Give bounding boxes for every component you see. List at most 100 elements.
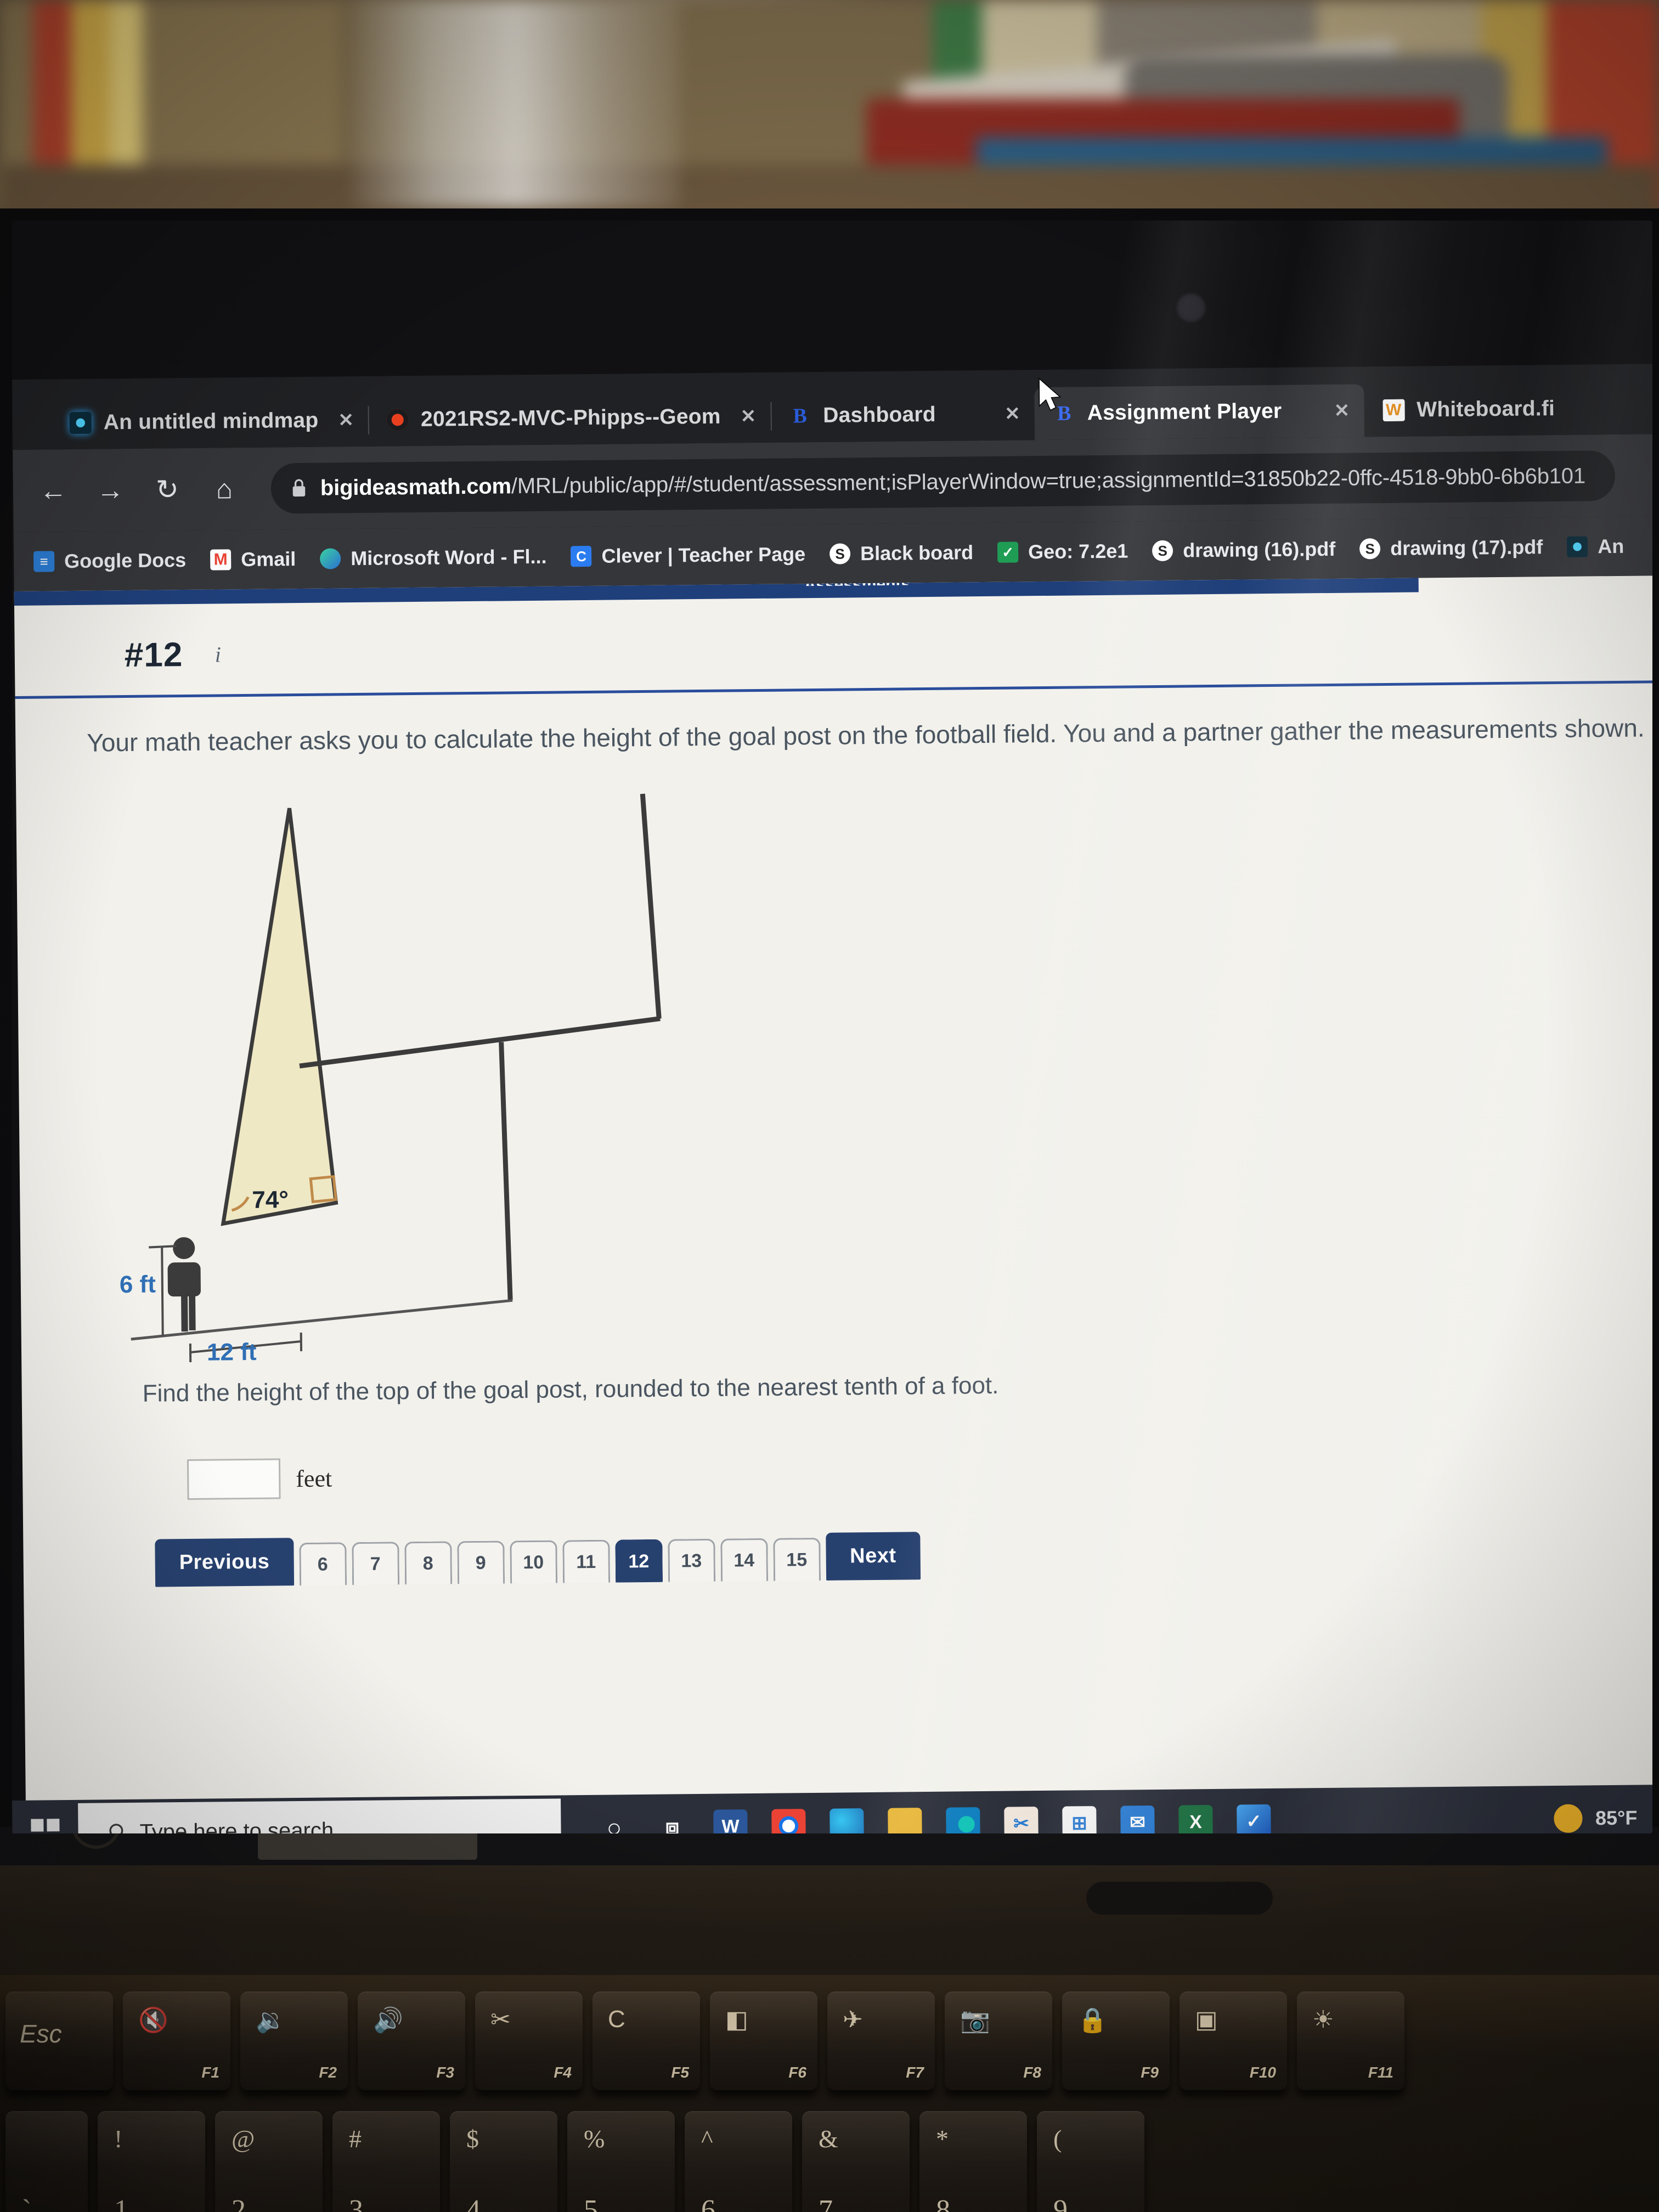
key-f10[interactable]: ▣ F10 bbox=[1180, 1991, 1287, 2090]
goal-post-pole bbox=[499, 1042, 513, 1300]
key-alt-label: * bbox=[936, 2125, 949, 2153]
tab-assignment-player[interactable]: B Assignment Player ✕ bbox=[1034, 384, 1364, 441]
info-icon[interactable]: i bbox=[206, 642, 230, 667]
forward-button[interactable]: → bbox=[92, 472, 129, 509]
page-button-15[interactable]: 15 bbox=[772, 1537, 821, 1581]
tab-title: 2021RS2-MVC-Phipps--Geom bbox=[420, 404, 721, 431]
previous-button[interactable]: Previous bbox=[155, 1538, 294, 1587]
bookmark-clever-teacher-page[interactable]: C Clever | Teacher Page bbox=[571, 543, 805, 568]
taskbar-weather[interactable]: 85°F bbox=[1553, 1803, 1652, 1833]
cortana-icon[interactable]: ○ bbox=[597, 1810, 631, 1833]
page-button-6[interactable]: 6 bbox=[298, 1542, 347, 1586]
triangle-shape bbox=[221, 808, 338, 1226]
key-f11[interactable]: ☀ F11 bbox=[1297, 1991, 1404, 2090]
key-1[interactable]: ! 1 bbox=[98, 2111, 205, 2212]
browser-toolbar: ← → ↻ ⌂ bigideasmath.com/MRL/public/app/… bbox=[13, 434, 1652, 532]
key-f8[interactable]: 📷 F8 bbox=[945, 1991, 1052, 2090]
question-prompt: Your math teacher asks you to calculate … bbox=[87, 713, 1645, 757]
page-button-13[interactable]: 13 bbox=[667, 1538, 715, 1582]
tab-an-untitled-mindmap[interactable]: An untitled mindmap ✕ bbox=[50, 394, 368, 450]
key-alt-label: ! bbox=[114, 2125, 123, 2153]
key-f6[interactable]: ◧ F6 bbox=[710, 1991, 817, 2090]
page-button-12[interactable]: 12 bbox=[614, 1539, 663, 1583]
app-icon[interactable] bbox=[830, 1808, 864, 1833]
tab-title: Assignment Player bbox=[1087, 399, 1282, 425]
person-figure-icon bbox=[167, 1237, 201, 1332]
screen-layout-icon: ▣ bbox=[1195, 2006, 1218, 2033]
chrome-icon[interactable] bbox=[771, 1809, 806, 1833]
key-f7[interactable]: ✈ F7 bbox=[827, 1991, 935, 2090]
bookmark-drawing-16-pdf[interactable]: S drawing (16).pdf bbox=[1152, 538, 1335, 562]
lock-icon: 🔒 bbox=[1077, 2007, 1108, 2034]
tab-divider bbox=[368, 405, 370, 435]
key-3[interactable]: # 3 bbox=[332, 2111, 440, 2212]
key-f4[interactable]: ✂ F4 bbox=[475, 1991, 583, 2090]
bookmark-black-board[interactable]: S Black board bbox=[829, 541, 973, 566]
key-7[interactable]: & 7 bbox=[802, 2111, 910, 2212]
reload-button[interactable]: ↻ bbox=[149, 471, 186, 508]
key-f1[interactable]: 🔇 F1 bbox=[123, 1991, 230, 2090]
key-label: Esc bbox=[20, 2019, 62, 2048]
close-icon[interactable]: ✕ bbox=[740, 405, 756, 427]
scissors-icon: ✂ bbox=[490, 2006, 511, 2033]
bookmark-geo-7-2e1[interactable]: ✓ Geo: 7.2e1 bbox=[997, 539, 1128, 563]
teams-icon[interactable]: ✓ bbox=[1237, 1804, 1271, 1833]
key-esc[interactable]: Esc bbox=[5, 1991, 113, 2090]
key-4[interactable]: $ 4 bbox=[450, 2111, 557, 2212]
bookmark-an-untitled-mindmap[interactable]: An bbox=[1567, 535, 1624, 558]
tab-title: An untitled mindmap bbox=[103, 408, 319, 435]
gmail-icon: M bbox=[210, 549, 232, 571]
page-button-7[interactable]: 7 bbox=[351, 1542, 399, 1585]
close-icon[interactable]: ✕ bbox=[1005, 403, 1020, 425]
key-9[interactable]: ( 9 bbox=[1037, 2111, 1144, 2212]
back-button[interactable]: ← bbox=[35, 472, 72, 509]
task-view-icon[interactable]: ⧈ bbox=[655, 1810, 690, 1833]
taskbar-search[interactable]: Type here to search bbox=[78, 1798, 562, 1833]
key-label: 9 bbox=[1053, 2194, 1068, 2212]
page-button-8[interactable]: 8 bbox=[404, 1541, 452, 1585]
mail-icon[interactable]: ✉ bbox=[1120, 1805, 1155, 1833]
bookmark-microsoft-word[interactable]: Microsoft Word - Fl... bbox=[320, 545, 547, 571]
key-f3[interactable]: 🔊 F3 bbox=[358, 1991, 465, 2090]
key-8[interactable]: * 8 bbox=[919, 2111, 1027, 2212]
goal-post-crossbar bbox=[299, 1016, 661, 1069]
bookmark-google-docs[interactable]: ≡ Google Docs bbox=[33, 549, 186, 573]
edge-icon[interactable] bbox=[946, 1807, 980, 1833]
key-fn-label: F8 bbox=[1023, 2064, 1041, 2081]
key-5[interactable]: % 5 bbox=[567, 2111, 675, 2212]
page-button-11[interactable]: 11 bbox=[562, 1539, 610, 1583]
snip-tool-icon[interactable]: ✂ bbox=[1004, 1807, 1039, 1833]
page-button-10[interactable]: 10 bbox=[509, 1540, 557, 1584]
key-2[interactable]: @ 2 bbox=[215, 2111, 323, 2212]
page-button-9[interactable]: 9 bbox=[456, 1541, 505, 1584]
excel-icon[interactable]: X bbox=[1178, 1804, 1213, 1833]
word-icon[interactable]: W bbox=[713, 1809, 748, 1833]
key-backtick[interactable]: ` bbox=[5, 2111, 88, 2212]
file-explorer-icon[interactable] bbox=[888, 1808, 922, 1833]
tab-dashboard[interactable]: B Dashboard ✕ bbox=[770, 387, 1035, 443]
url-text: bigideasmath.com/MRL/public/app/#/studen… bbox=[320, 464, 1585, 500]
key-f2[interactable]: 🔉 F2 bbox=[240, 1991, 348, 2090]
close-icon[interactable]: ✕ bbox=[1334, 400, 1350, 422]
key-f5[interactable]: C F5 bbox=[592, 1991, 700, 2090]
microsoft-store-icon[interactable]: ⊞ bbox=[1062, 1806, 1097, 1833]
tab-2021rs2-mvc-phipps[interactable]: 2021RS2-MVC-Phipps--Geom ✕ bbox=[368, 390, 771, 447]
tab-whiteboard-fi[interactable]: W Whiteboard.fi bbox=[1364, 382, 1570, 437]
airplane-mode-icon: ✈ bbox=[843, 2006, 863, 2033]
start-button[interactable] bbox=[12, 1819, 78, 1833]
key-f9[interactable]: 🔒 F9 bbox=[1062, 1991, 1170, 2090]
bookmark-drawing-17-pdf[interactable]: S drawing (17).pdf bbox=[1359, 535, 1543, 560]
geo-icon: ✓ bbox=[997, 541, 1019, 563]
find-instruction: Find the height of the top of the goal p… bbox=[142, 1372, 999, 1407]
answer-input[interactable] bbox=[187, 1458, 281, 1500]
address-bar[interactable]: bigideasmath.com/MRL/public/app/#/studen… bbox=[270, 450, 1616, 514]
key-alt-label: # bbox=[349, 2125, 362, 2153]
key-6[interactable]: ^ 6 bbox=[685, 2111, 792, 2212]
next-button[interactable]: Next bbox=[825, 1532, 921, 1581]
page-button-14[interactable]: 14 bbox=[720, 1538, 768, 1582]
key-label: 3 bbox=[349, 2194, 363, 2212]
mindmap-favicon-icon bbox=[69, 411, 92, 434]
close-icon[interactable]: ✕ bbox=[338, 409, 354, 431]
bookmark-gmail[interactable]: M Gmail bbox=[210, 548, 296, 571]
home-button[interactable]: ⌂ bbox=[206, 471, 243, 507]
